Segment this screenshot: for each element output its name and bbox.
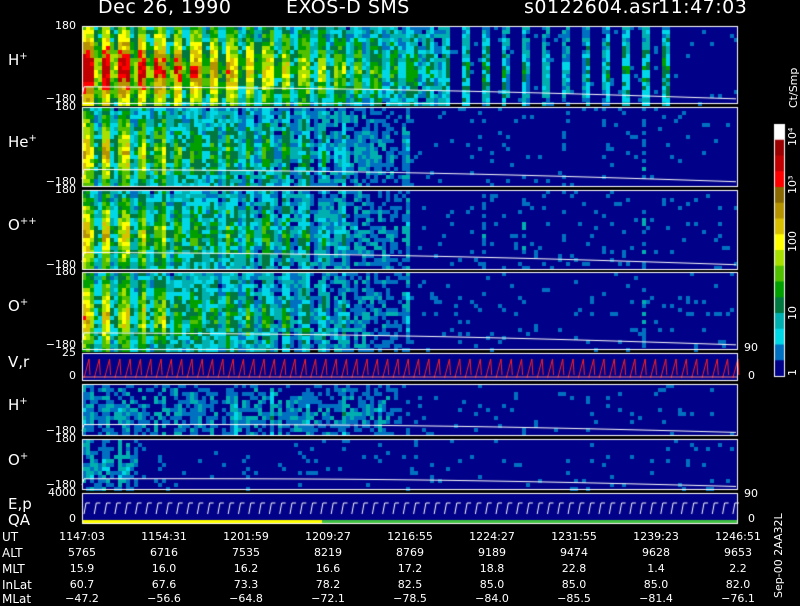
ephemeris-value: 22.8	[561, 562, 587, 575]
ephemeris-value: 1246:51	[715, 530, 761, 543]
ephemeris-value: 1224:27	[469, 530, 515, 543]
ephemeris-value: 16.6	[315, 562, 341, 575]
ephemeris-value: 1216:55	[387, 530, 433, 543]
footer-stamp: Sep-00 2AA32L	[772, 513, 785, 598]
ephemeris-label: InLat	[2, 578, 32, 592]
colorbar-unit: Ct/Smp	[787, 67, 800, 108]
ephemeris-value: 15.9	[69, 562, 95, 575]
ephemeris-value: 9474	[560, 546, 588, 559]
ephemeris-value: 6716	[150, 546, 178, 559]
ephemeris-value: 18.8	[479, 562, 505, 575]
panel-label: H+	[8, 396, 28, 414]
ephemeris-value: 16.2	[233, 562, 259, 575]
panel-label: E,p	[8, 494, 32, 513]
ephemeris-value: 85.0	[643, 578, 669, 591]
ephemeris-value: 8769	[396, 546, 424, 559]
ephemeris-value: 78.2	[315, 578, 341, 591]
y-tick-top: 4000	[48, 486, 76, 499]
ephemeris-value: 8219	[314, 546, 342, 559]
plot-file: s0122604.asr	[524, 0, 660, 18]
ephemeris-value: −76.1	[721, 592, 755, 605]
right-tick: 90	[744, 487, 758, 500]
panel-label: He+	[8, 133, 37, 151]
y-tick-bottom: 0	[69, 512, 76, 525]
plot-time: 11:47:03	[658, 0, 748, 18]
ephemeris-value: 85.0	[479, 578, 505, 591]
ephemeris-label: MLT	[2, 562, 25, 576]
spectrogram-canvas	[0, 0, 800, 600]
ephemeris-value: 2.2	[729, 562, 747, 575]
ephemeris-value: 85.0	[561, 578, 587, 591]
plot-date: Dec 26, 1990	[98, 0, 232, 18]
ephemeris-value: 1147:03	[59, 530, 105, 543]
y-tick-bottom: 0	[69, 369, 76, 382]
ephemeris-value: −84.0	[475, 592, 509, 605]
panel-label: V,r	[8, 353, 30, 371]
panel-label: O++	[8, 216, 37, 234]
ephemeris-value: 7535	[232, 546, 260, 559]
ephemeris-label: UT	[2, 530, 19, 544]
colorbar-tick: 10	[786, 306, 799, 320]
ephemeris-value: 82.5	[397, 578, 423, 591]
ephemeris-value: 9628	[642, 546, 670, 559]
ephemeris-value: 16.0	[151, 562, 177, 575]
ephemeris-value: −64.8	[229, 592, 263, 605]
ephemeris-value: −72.1	[311, 592, 345, 605]
ephemeris-value: 67.6	[151, 578, 177, 591]
y-tick-top: 180	[55, 100, 76, 113]
ephemeris-label: ALT	[2, 546, 23, 560]
ephemeris-value: 73.3	[233, 578, 259, 591]
y-tick-top: 180	[55, 265, 76, 278]
ephemeris-value: 17.2	[397, 562, 423, 575]
ephemeris-value: −78.5	[393, 592, 427, 605]
right-tick-zero: 0	[748, 512, 755, 525]
right-tick: 90	[744, 341, 758, 354]
ephemeris-value: 9653	[724, 546, 752, 559]
panel-label-qa: QA	[8, 511, 31, 529]
y-tick-top: 25	[62, 346, 76, 359]
ephemeris-value: −56.6	[147, 592, 181, 605]
panel-label: H+	[8, 51, 28, 69]
colorbar-tick: 1	[786, 369, 799, 376]
colorbar-tick: 10⁴	[786, 127, 799, 146]
ephemeris-value: 1231:55	[551, 530, 597, 543]
ephemeris-value: 1201:59	[223, 530, 269, 543]
ephemeris-value: 60.7	[69, 578, 95, 591]
y-tick-top: 180	[55, 183, 76, 196]
ephemeris-value: −85.5	[557, 592, 591, 605]
colorbar-tick: 10³	[786, 175, 799, 194]
ephemeris-value: −47.2	[65, 592, 99, 605]
y-tick-top: 180	[55, 432, 76, 445]
colorbar-tick: 100	[786, 231, 799, 252]
ephemeris-value: 1209:27	[305, 530, 351, 543]
plot-instrument: EXOS-D SMS	[286, 0, 410, 18]
panel-label: O+	[8, 450, 29, 469]
right-tick-zero: 0	[748, 369, 755, 382]
panel-label: O+	[8, 297, 29, 315]
ephemeris-value: 1239:23	[633, 530, 679, 543]
ephemeris-value: −81.4	[639, 592, 673, 605]
ephemeris-value: 5765	[68, 546, 96, 559]
ephemeris-value: 1.4	[647, 562, 665, 575]
ephemeris-value: 9189	[478, 546, 506, 559]
ephemeris-value: 82.0	[725, 578, 751, 591]
y-tick-top: 180	[55, 19, 76, 32]
ephemeris-label: MLat	[2, 592, 32, 606]
ephemeris-value: 1154:31	[141, 530, 187, 543]
